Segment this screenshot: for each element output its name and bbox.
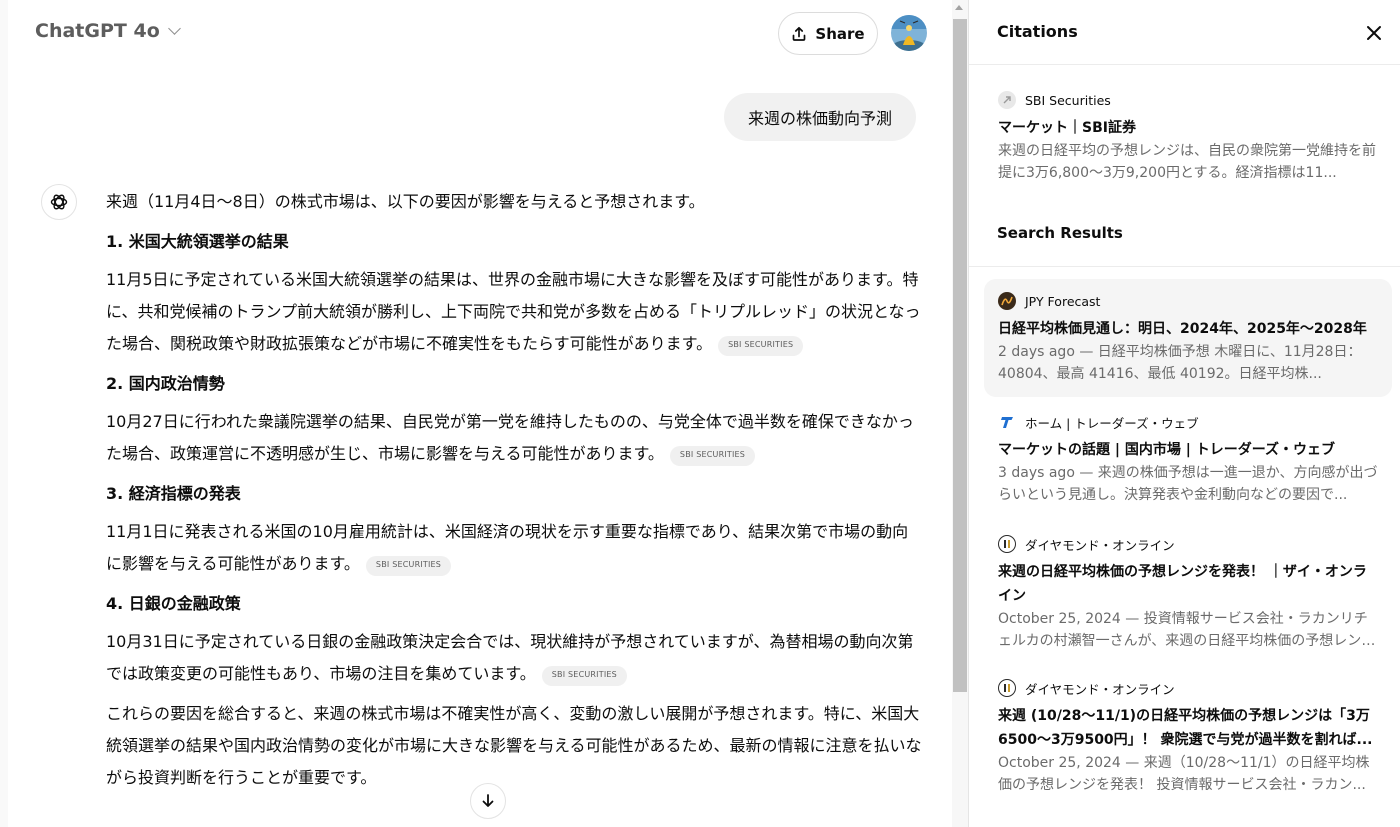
section-body: 10月31日に予定されている日銀の金融政策決定会合では、現状維持が予想されていま…	[106, 626, 924, 690]
panel-title: Citations	[997, 22, 1078, 41]
chevron-down-icon	[167, 22, 181, 35]
search-result-item[interactable]: ダイヤモンド・オンライン 来週の日経平均株価の予想レンジを発表！ ｜ザイ・オンラ…	[984, 522, 1392, 664]
citation-badge[interactable]: SBI SECURITIES	[669, 446, 756, 466]
scrollbar-thumb[interactable]	[953, 19, 967, 692]
share-button[interactable]: Share	[778, 12, 878, 55]
divider	[969, 266, 1400, 267]
source-name: ホーム | トレーダーズ・ウェブ	[1025, 415, 1199, 431]
close-icon[interactable]	[1365, 24, 1383, 42]
sidebar-edge	[0, 0, 8, 827]
arrow-down-icon	[482, 794, 494, 807]
traders-web-logo-icon	[998, 413, 1016, 431]
share-label: Share	[815, 24, 865, 43]
citation-item[interactable]: SBI Securities マーケット｜SBI証券 来週の日経平均の予想レンジ…	[984, 78, 1392, 196]
scroll-up-arrow-icon[interactable]	[955, 5, 963, 10]
result-title: 来週 (10/28～11/1)の日経平均株価の予想レンジは「3万6500～3万9…	[998, 708, 1373, 748]
diamond-online-logo-icon	[998, 679, 1016, 697]
result-source: JPY Forecast	[998, 291, 1378, 311]
search-result-item[interactable]: ダイヤモンド・オンライン 来週 (10/28～11/1)の日経平均株価の予想レン…	[984, 666, 1392, 808]
citation-badge[interactable]: SBI SECURITIES	[541, 666, 627, 686]
chatgpt-logo-icon	[41, 184, 77, 220]
result-source: ダイヤモンド・オンライン	[998, 678, 1378, 698]
jpy-forecast-logo-icon	[998, 292, 1016, 310]
citations-panel: Citations SBI Securities マーケット｜SBI証券 来週の…	[969, 0, 1400, 827]
citation-badge[interactable]: SBI SECURITIES	[718, 336, 804, 356]
section-heading: 3. 経済指標の発表	[106, 484, 241, 503]
result-snippet: October 25, 2024 — 来週（10/28～11/1）の日経平均株価…	[998, 755, 1370, 793]
response-intro: 来週（11月4日～8日）の株式市場は、以下の要因が影響を与えると予想されます。	[106, 192, 705, 211]
result-title: 来週の日経平均株価の予想レンジを発表！ ｜ザイ・オンライン	[998, 564, 1367, 604]
search-result-item[interactable]: ホーム | トレーダーズ・ウェブ マーケットの話題 | 国内市場 | トレーダー…	[984, 400, 1392, 518]
section-body: 11月1日に発表される米国の10月雇用統計は、米国経済の現状を示す重要な指標であ…	[106, 516, 924, 580]
source-name: SBI Securities	[1025, 92, 1111, 108]
result-source: ホーム | トレーダーズ・ウェブ	[998, 412, 1378, 432]
diamond-online-logo-icon	[998, 535, 1016, 553]
user-message: 来週の株価動向予測	[723, 93, 916, 141]
source-name: ダイヤモンド・オンライン	[1025, 681, 1175, 697]
model-selector[interactable]: ChatGPT 4o	[35, 20, 181, 42]
section-body: 10月27日に行われた衆議院選挙の結果、自民党が第一党を維持したものの、与党全体…	[106, 406, 924, 470]
result-snippet: 2 days ago — 日経平均株価予想 木曜日に、11月28日： 40804…	[998, 344, 1362, 382]
chat-pane: ChatGPT 4o Share 来週の株価動向予測 来週（11月4日～8日）の…	[8, 0, 952, 827]
assistant-response: 来週（11月4日～8日）の株式市場は、以下の要因が影響を与えると予想されます。 …	[106, 186, 924, 802]
scroll-to-bottom-button[interactable]	[470, 783, 506, 819]
result-snippet: 3 days ago — 来週の株価予想は一進一退か、方向感が出づらいという見通…	[998, 465, 1378, 503]
source-name: ダイヤモンド・オンライン	[1025, 537, 1175, 553]
globe-icon	[998, 91, 1016, 109]
section-heading: 1. 米国大統領選挙の結果	[106, 232, 289, 251]
result-snippet: October 25, 2024 — 投資情報サービス会社・ラカンリチェルカの村…	[998, 611, 1368, 649]
citation-snippet: 来週の日経平均の予想レンジは、自民の衆院第一党維持を前提に3万6,800～3万9…	[998, 143, 1376, 181]
search-result-item[interactable]: JPY Forecast 日経平均株価見通し：明日、2024年、2025年～20…	[984, 279, 1392, 397]
search-results-title: Search Results	[997, 224, 1123, 242]
divider	[969, 64, 1400, 65]
avatar[interactable]	[891, 15, 927, 51]
result-source: ダイヤモンド・オンライン	[998, 534, 1378, 554]
result-title: マーケットの話題 | 国内市場 | トレーダーズ・ウェブ	[998, 442, 1336, 458]
citation-title: マーケット｜SBI証券	[998, 120, 1136, 136]
share-icon	[793, 26, 806, 41]
response-conclusion: これらの要因を総合すると、来週の株式市場は不確実性が高く、変動の激しい展開が予想…	[106, 704, 922, 787]
section-heading: 2. 国内政治情勢	[106, 374, 225, 393]
source-name: JPY Forecast	[1025, 293, 1101, 309]
result-title: 日経平均株価見通し：明日、2024年、2025年～2028年	[998, 321, 1367, 337]
citation-source: SBI Securities	[998, 90, 1378, 110]
model-name: ChatGPT 4o	[35, 20, 160, 42]
section-heading: 4. 日銀の金融政策	[106, 594, 241, 613]
section-body: 11月5日に予定されている米国大統領選挙の結果は、世界の金融市場に大きな影響を及…	[106, 264, 924, 360]
citation-badge[interactable]: SBI SECURITIES	[365, 556, 452, 576]
